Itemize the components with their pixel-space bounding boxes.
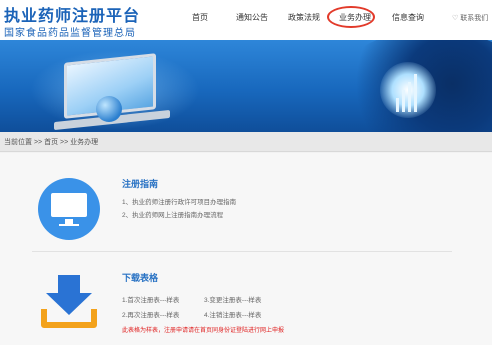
chart-bar-graphic xyxy=(396,98,399,112)
forms-title: 下载表格 xyxy=(122,273,159,283)
monitor-screen xyxy=(51,193,87,217)
breadcrumb[interactable]: 当前位置 >> 首页 >> 业务办理 xyxy=(4,137,98,147)
download-icon xyxy=(38,269,100,331)
nav-item-policies[interactable]: 政策法规 xyxy=(288,12,320,23)
monitor-icon xyxy=(38,178,100,240)
section-divider xyxy=(32,251,452,252)
globe-graphic xyxy=(96,96,122,122)
guide-title: 注册指南 xyxy=(122,179,159,189)
banner-image xyxy=(0,40,492,132)
guide-link-1[interactable]: 1、执业药师注册行政许可项目办理指南 xyxy=(122,196,236,206)
form-link-first-registration[interactable]: 1.首次注册表---样表 xyxy=(122,294,179,304)
highlight-circle xyxy=(327,6,375,28)
site-title[interactable]: 执业药师注册平台 xyxy=(4,2,140,26)
chart-bar-graphic xyxy=(408,82,411,112)
breadcrumb-bar: 当前位置 >> 首页 >> 业务办理 xyxy=(0,132,492,152)
form-link-cancel-registration[interactable]: 4.注销注册表---样表 xyxy=(204,309,261,319)
form-link-re-registration[interactable]: 2.再次注册表---样表 xyxy=(122,309,179,319)
guide-link-2[interactable]: 2、执业药师网上注册指南办理流程 xyxy=(122,209,223,219)
nav-item-query[interactable]: 信息查询 xyxy=(392,12,424,23)
contact-label: 联系我们 xyxy=(460,15,489,22)
monitor-base xyxy=(59,224,79,226)
header: 执业药师注册平台 国家食品药品监督管理总局 首页 通知公告 政策法规 业务办理 … xyxy=(0,0,492,40)
chart-bar-graphic xyxy=(402,90,405,112)
forms-warning: 此表格为样表，注册申请请在首页同身份证登陆进行网上申报 xyxy=(122,328,285,334)
form-link-change-registration[interactable]: 3.变更注册表---样表 xyxy=(204,294,261,304)
chart-bar-graphic xyxy=(414,74,417,112)
heart-icon: ♡ xyxy=(452,15,459,22)
main-content: 注册指南 1、执业药师注册行政许可项目办理指南 2、执业药师网上注册指南办理流程… xyxy=(0,153,492,345)
nav-item-notices[interactable]: 通知公告 xyxy=(236,12,268,23)
nav-item-home[interactable]: 首页 xyxy=(192,12,208,23)
site-subtitle: 国家食品药品监督管理总局 xyxy=(4,28,136,39)
contact-link[interactable]: ♡ 联系我们 xyxy=(452,13,488,23)
